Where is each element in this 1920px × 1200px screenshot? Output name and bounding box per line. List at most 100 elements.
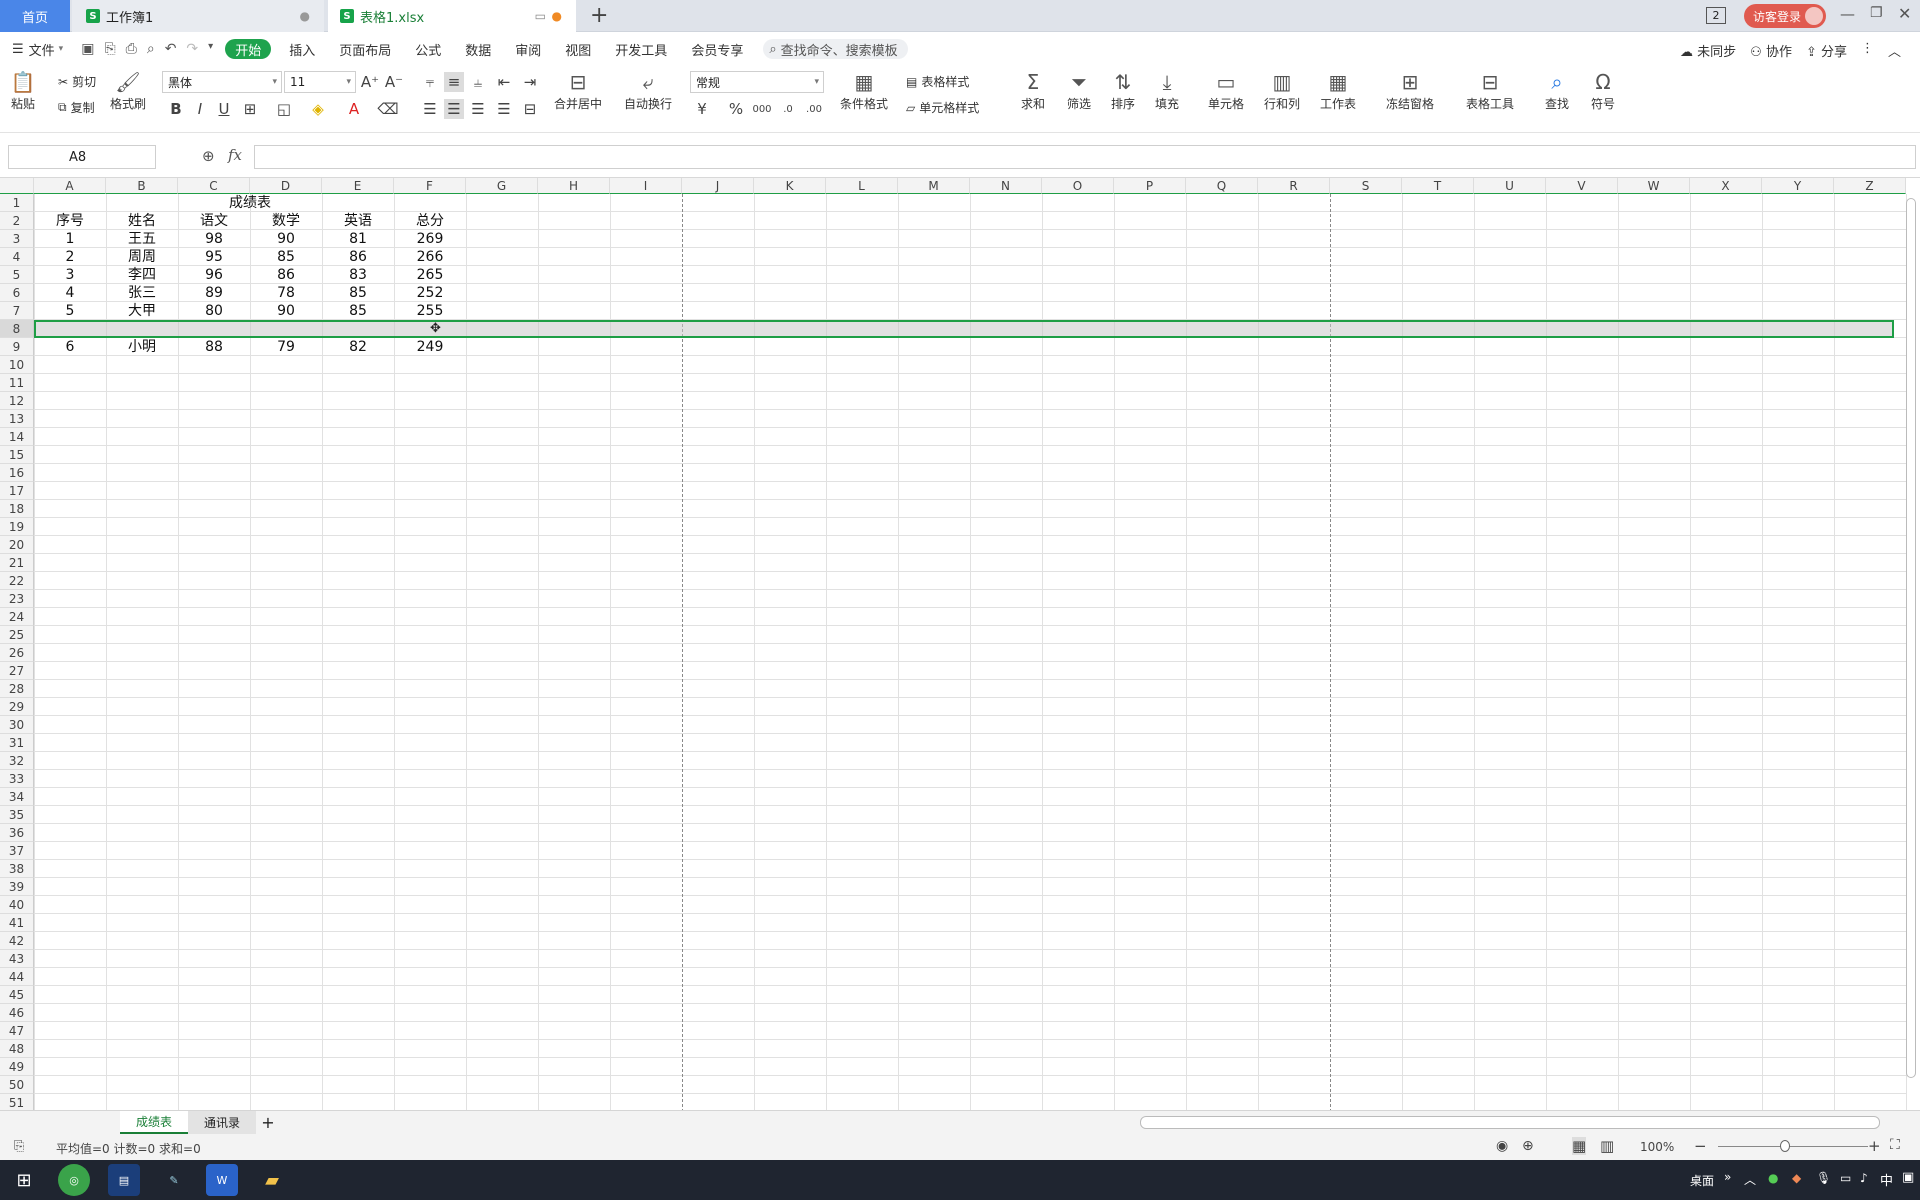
new-tab-icon[interactable]: + bbox=[590, 3, 608, 28]
data-cell[interactable]: 78 bbox=[250, 284, 322, 302]
conditional-format-button[interactable]: ▦ 条件格式 bbox=[840, 69, 888, 112]
expand-icon[interactable]: » bbox=[1724, 1170, 1731, 1184]
unsaved-dot-icon[interactable]: ● bbox=[552, 9, 562, 23]
zoom-formula-icon[interactable]: ⊕ bbox=[202, 147, 215, 165]
data-cell[interactable]: 252 bbox=[394, 284, 466, 302]
tab-developer[interactable]: 开发工具 bbox=[603, 33, 679, 65]
tab-review[interactable]: 审阅 bbox=[503, 33, 553, 65]
row-header[interactable]: 5 bbox=[0, 266, 34, 284]
data-cell[interactable]: 249 bbox=[394, 338, 466, 356]
spreadsheet-grid[interactable]: A B C D E F G H I J K L M N O P Q R S T U V W X Y Z 1 2 3 4 5 6 7 8 9 10 11 1… bbox=[0, 178, 1920, 1110]
font-shrink-icon[interactable]: A⁻ bbox=[384, 72, 404, 92]
data-cell[interactable]: 2 bbox=[34, 248, 106, 266]
data-cell[interactable]: 3 bbox=[34, 266, 106, 284]
data-cell[interactable]: 266 bbox=[394, 248, 466, 266]
column-header-f[interactable]: F bbox=[394, 178, 466, 194]
row-header[interactable]: 48 bbox=[0, 1040, 34, 1058]
cells-button[interactable]: ▭ 单元格 bbox=[1208, 69, 1244, 112]
collab-button[interactable]: ⚇ 协作 bbox=[1750, 41, 1792, 60]
data-cell[interactable]: 98 bbox=[178, 230, 250, 248]
row-header[interactable]: 21 bbox=[0, 554, 34, 572]
data-cell[interactable]: 95 bbox=[178, 248, 250, 266]
browser-icon[interactable]: ◎ bbox=[58, 1164, 90, 1196]
header-cell[interactable]: 姓名 bbox=[106, 212, 178, 230]
data-cell[interactable]: 79 bbox=[250, 338, 322, 356]
ime-indicator[interactable]: 中 bbox=[1880, 1170, 1893, 1189]
data-cell[interactable]: 大甲 bbox=[106, 302, 178, 320]
header-cell[interactable]: 数学 bbox=[250, 212, 322, 230]
redo-icon[interactable]: ↷ bbox=[186, 41, 198, 57]
tab-view[interactable]: 视图 bbox=[553, 33, 603, 65]
row-header[interactable]: 28 bbox=[0, 680, 34, 698]
row-header[interactable]: 40 bbox=[0, 896, 34, 914]
align-middle-icon[interactable]: ≡ bbox=[444, 72, 464, 92]
data-cell[interactable]: 88 bbox=[178, 338, 250, 356]
column-header-c[interactable]: C bbox=[178, 178, 250, 194]
vertical-scrollbar[interactable] bbox=[1906, 198, 1916, 1078]
data-cell[interactable]: 255 bbox=[394, 302, 466, 320]
row-header[interactable]: 25 bbox=[0, 626, 34, 644]
font-size-select[interactable]: 11 bbox=[284, 71, 356, 93]
row-header[interactable]: 47 bbox=[0, 1022, 34, 1040]
tab-member[interactable]: 会员专享 bbox=[679, 33, 755, 65]
sheet-title-cell[interactable]: 成绩表 bbox=[34, 194, 466, 212]
eraser-icon[interactable]: ⌫ bbox=[377, 99, 398, 119]
command-search[interactable]: ⌕ 查找命令、搜索模板 bbox=[763, 39, 908, 59]
row-header[interactable]: 38 bbox=[0, 860, 34, 878]
fill-button[interactable]: ⤓ 填充 bbox=[1154, 69, 1180, 112]
row-header[interactable]: 51 bbox=[0, 1094, 34, 1110]
login-button[interactable]: 访客登录 bbox=[1744, 4, 1826, 28]
select-all-corner[interactable] bbox=[0, 178, 34, 194]
data-cell[interactable]: 85 bbox=[322, 284, 394, 302]
minimize-icon[interactable]: — bbox=[1840, 5, 1855, 23]
font-color-icon[interactable]: A bbox=[344, 99, 364, 119]
currency-icon[interactable]: ¥ bbox=[692, 99, 712, 119]
data-cell[interactable]: 81 bbox=[322, 230, 394, 248]
font-grow-icon[interactable]: A⁺ bbox=[360, 72, 380, 92]
file-menu[interactable]: ☰ 文件 ▾ bbox=[0, 33, 75, 65]
column-header-k[interactable]: K bbox=[754, 178, 826, 194]
row-header[interactable]: 31 bbox=[0, 734, 34, 752]
sort-button[interactable]: ⇅ 排序 bbox=[1110, 69, 1136, 112]
wps-icon[interactable]: W bbox=[206, 1164, 238, 1196]
data-cell[interactable]: 96 bbox=[178, 266, 250, 284]
share-button[interactable]: ⇪ 分享 bbox=[1806, 41, 1847, 60]
row-header[interactable]: 13 bbox=[0, 410, 34, 428]
data-cell[interactable]: 85 bbox=[322, 302, 394, 320]
font-family-select[interactable]: 黑体 bbox=[162, 71, 282, 93]
page-view-icon[interactable]: ▥ bbox=[1600, 1137, 1614, 1155]
column-header-x[interactable]: X bbox=[1690, 178, 1762, 194]
cut-button[interactable]: ✂ 剪切 bbox=[58, 73, 96, 90]
row-header[interactable]: 20 bbox=[0, 536, 34, 554]
table-style-button[interactable]: ▤ 表格样式 bbox=[906, 73, 969, 90]
eye-icon[interactable]: ◉ bbox=[1496, 1138, 1508, 1154]
column-header-q[interactable]: Q bbox=[1186, 178, 1258, 194]
tab-home-ribbon[interactable]: 开始 bbox=[225, 39, 272, 59]
window-count-badge[interactable]: 2 bbox=[1706, 7, 1726, 24]
tray-app-icon[interactable]: ● bbox=[1768, 1171, 1778, 1185]
data-cell[interactable]: 1 bbox=[34, 230, 106, 248]
row-header[interactable]: 32 bbox=[0, 752, 34, 770]
tab-insert[interactable]: 插入 bbox=[277, 33, 327, 65]
data-cell[interactable] bbox=[250, 320, 322, 338]
row-header[interactable]: 3 bbox=[0, 230, 34, 248]
column-header-j[interactable]: J bbox=[682, 178, 754, 194]
justify-icon[interactable]: ☰ bbox=[494, 99, 514, 119]
data-cell[interactable]: 90 bbox=[250, 302, 322, 320]
column-header-h[interactable]: H bbox=[538, 178, 610, 194]
row-header[interactable]: 42 bbox=[0, 932, 34, 950]
header-cell[interactable]: 语文 bbox=[178, 212, 250, 230]
zoom-in-icon[interactable]: + bbox=[1868, 1137, 1881, 1155]
tab-home[interactable]: 首页 bbox=[0, 0, 70, 32]
row-header[interactable]: 4 bbox=[0, 248, 34, 266]
header-cell[interactable]: 总分 bbox=[394, 212, 466, 230]
data-cell[interactable]: 王五 bbox=[106, 230, 178, 248]
tab-data[interactable]: 数据 bbox=[453, 33, 503, 65]
number-format-select[interactable]: 常规 bbox=[690, 71, 824, 93]
column-header-g[interactable]: G bbox=[466, 178, 538, 194]
border-icon[interactable]: ⊞ bbox=[240, 99, 260, 119]
mic-icon[interactable]: 🎙 bbox=[1816, 1171, 1831, 1185]
column-header-s[interactable]: S bbox=[1330, 178, 1402, 194]
data-cell[interactable]: 86 bbox=[250, 266, 322, 284]
cell-style-button[interactable]: ▱ 单元格样式 bbox=[906, 99, 979, 116]
